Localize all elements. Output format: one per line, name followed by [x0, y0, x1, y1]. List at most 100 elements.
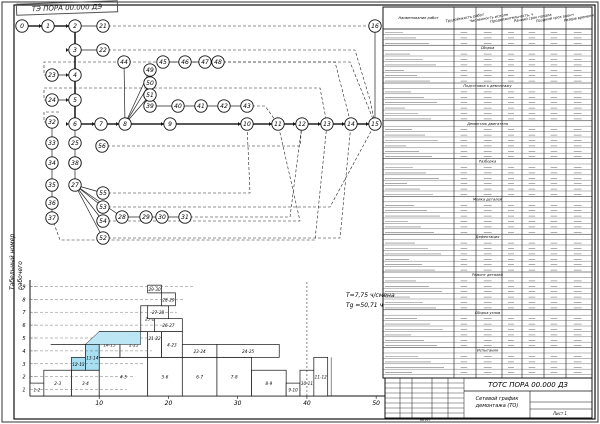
table-section-title: Ремонт деталей [472, 273, 503, 277]
gantt-y-tick: 8 [22, 297, 25, 303]
network-node-8: 8 [118, 117, 132, 131]
network-node-24: 24 [45, 93, 59, 107]
network-node-45: 45 [156, 55, 170, 69]
network-node-23: 23 [45, 68, 59, 82]
gantt-bar-label: 4-5 [120, 375, 127, 380]
network-node-label: 33 [48, 140, 56, 147]
gantt-y-tick: 2 [22, 375, 25, 381]
network-node-label: 55 [99, 190, 107, 197]
network-node-label: 22 [99, 47, 107, 54]
network-node-6: 6 [68, 117, 82, 131]
network-node-2: 2 [68, 19, 82, 33]
network-node-label: 35 [48, 182, 56, 189]
network-node-47: 47 [198, 55, 212, 69]
gantt-y-tick: 5 [22, 336, 25, 342]
network-node-label: 29 [142, 214, 150, 221]
side-label-1: Табельный номер [9, 234, 16, 290]
network-node-27: 27 [68, 178, 82, 192]
network-node-label: 52 [99, 235, 107, 242]
network-node-41: 41 [194, 99, 208, 113]
network-node-label: 1 [46, 23, 50, 30]
network-node-label: 56 [98, 143, 106, 150]
gantt-y-tick: 3 [22, 362, 25, 368]
network-node-label: 37 [48, 215, 56, 222]
network-node-label: 48 [214, 59, 222, 66]
network-node-label: 32 [48, 119, 56, 126]
table-section-title: Сборка [481, 46, 495, 50]
gantt-bar-label: 24-25 [242, 349, 255, 354]
network-node-label: 53 [99, 204, 107, 211]
table-section-title: Сборка узлов [475, 311, 500, 315]
network-node-label: 46 [181, 59, 189, 66]
gantt-x-tick: 40 [303, 400, 311, 407]
network-node-40: 40 [171, 99, 185, 113]
network-node-label: 7 [99, 121, 103, 128]
title-org: МГУП [420, 418, 430, 422]
network-node-21: 21 [96, 19, 110, 33]
network-node-30: 30 [155, 210, 169, 224]
network-node-12: 12 [295, 117, 309, 131]
gantt-bar-label: 9-10 [288, 388, 298, 393]
network-node-label: 11 [274, 121, 282, 128]
network-node-28: 28 [115, 210, 129, 224]
network-node-3: 3 [68, 43, 82, 57]
gantt-bar-label: 1-2 [34, 388, 41, 393]
gantt-bar-label: 23-24 [194, 349, 207, 354]
table-frame [382, 6, 593, 379]
gantt-y-tick: 6 [22, 323, 25, 329]
network-node-label: 25 [71, 140, 79, 147]
network-node-32: 32 [45, 115, 59, 129]
title-block: ТОТС ПОРА 00.000 ДЗ Сетевой графикдемонта… [384, 377, 593, 422]
network-node-39: 39 [143, 99, 157, 113]
network-node-label: 15 [371, 121, 379, 128]
network-node-31: 31 [178, 210, 192, 224]
gantt-bar-label: 4-23 [167, 342, 177, 347]
network-node-label: 51 [146, 92, 154, 99]
network-node-52: 52 [96, 231, 110, 245]
network-node-label: 3 [73, 47, 77, 54]
network-node-label: 13 [323, 121, 331, 128]
network-node-38: 38 [68, 156, 82, 170]
network-node-label: 10 [243, 121, 251, 128]
gantt-y-tick: 1 [22, 388, 25, 394]
network-node-label: 12 [298, 121, 306, 128]
network-node-label: 40 [174, 103, 182, 110]
gantt-bar-label: 3-4 [82, 381, 89, 386]
network-node-49: 49 [143, 63, 157, 77]
network-node-label: 38 [71, 160, 79, 167]
network-node-label: 8 [123, 121, 127, 128]
gantt-x-tick: 10 [95, 400, 103, 407]
gantt-bar-label: 2-3 [54, 381, 61, 386]
gantt-bar-label: 29-30 [149, 287, 162, 292]
network-node-label: 54 [99, 218, 107, 225]
network-node-label: 14 [347, 121, 355, 128]
network-node-label: 30 [158, 214, 166, 221]
network-node-43: 43 [240, 99, 254, 113]
network-node-label: 42 [220, 103, 228, 110]
table-section-title: Подготовка к демонтажу [463, 84, 512, 88]
network-node-label: 0 [20, 23, 24, 30]
table-section-title: Испытания [477, 349, 499, 353]
gantt-bar-label: 12-13 [72, 362, 85, 367]
gantt-bar-label: 27-28 [152, 310, 165, 315]
gantt-x-tick: 50 [372, 400, 380, 407]
network-node-14: 14 [344, 117, 358, 131]
network-node-16: 16 [368, 19, 382, 33]
network-node-25: 25 [68, 136, 82, 150]
title-name-line2: демонтажа (ТО) [475, 403, 519, 409]
network-node-9: 9 [163, 117, 177, 131]
network-node-34: 34 [45, 156, 59, 170]
network-node-label: 36 [48, 200, 56, 207]
gantt-bar-label: 21-22 [149, 336, 162, 341]
network-node-label: 43 [243, 103, 251, 110]
network-node-label: 44 [120, 59, 128, 66]
formula-t: T=7,75 ч/смена [346, 292, 395, 299]
gantt-x-tick: 30 [234, 400, 242, 407]
network-node-label: 5 [73, 97, 77, 104]
network-node-42: 42 [217, 99, 231, 113]
network-node-44: 44 [117, 55, 131, 69]
table-section-title: Разборка [479, 160, 496, 164]
works-table: Наименование работ Трудоёмкость работЧисл… [382, 6, 595, 379]
network-node-label: 28 [118, 214, 126, 221]
network-node-4: 4 [68, 68, 82, 82]
